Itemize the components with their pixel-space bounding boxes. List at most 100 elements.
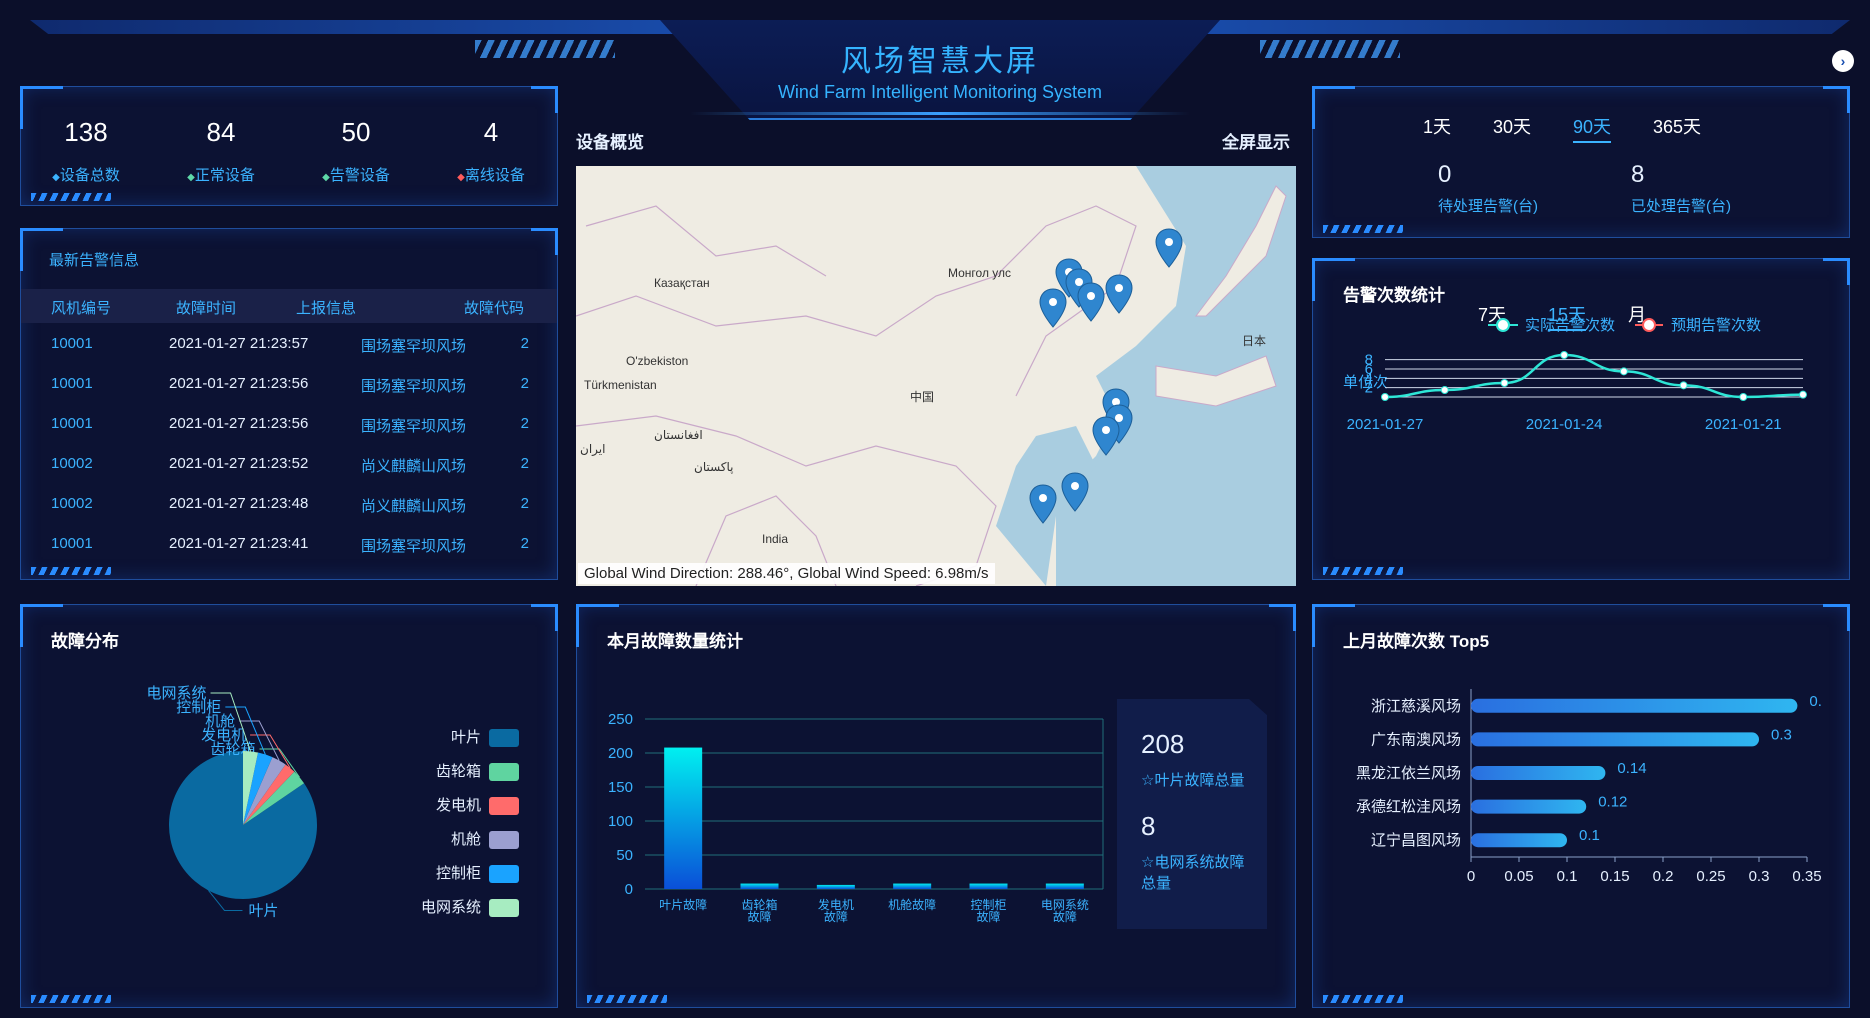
fault-dist-panel: 故障分布 叶片 齿轮箱 发电机 机舱 控制柜 电网系统 叶片 齿轮箱 发电机 机舱 控制柜 电网系统 [20,604,558,1008]
table-row[interactable]: 10001 2021-01-27 21:23:56 围场塞罕坝风场 2 [21,365,557,405]
map-label: Казақстан [654,276,710,290]
panel-foot [1323,225,1403,233]
bar[interactable] [969,883,1008,889]
legend-swatch[interactable] [489,763,519,781]
bar[interactable] [1471,799,1587,814]
bar[interactable] [1471,698,1798,713]
table-row[interactable]: 10002 2021-01-27 21:23:52 尚义麒麟山风场 2 [21,445,557,485]
fullscreen-button[interactable]: 全屏显示 [1222,128,1290,153]
x-tick-label: 0.3 [1749,868,1770,885]
table-row[interactable]: 10001 2021-01-27 21:23:41 围场塞罕坝风场 2 [21,525,557,565]
map-wind-status: Global Wind Direction: 288.46°, Global W… [578,563,995,584]
bar[interactable] [664,747,703,889]
legend-swatch[interactable] [489,797,519,815]
stat-total-label: 设备总数 [59,167,120,184]
map-label: 中国 [910,390,935,404]
period-panel: 1天 30天 90天 365天 0 待处理告警(台) 8 已处理告警(台) [1312,86,1850,238]
bar[interactable] [1471,766,1606,780]
y-tick-label: 辽宁昌图风场 [1371,832,1461,849]
location-pin-icon[interactable] [1028,484,1058,524]
legend-label[interactable]: 叶片 [451,729,481,746]
data-point[interactable] [1619,367,1628,376]
bar[interactable] [1045,883,1084,889]
y-tick-label: 浙江慈溪风场 [1371,698,1461,715]
y-tick-label: 50 [616,847,633,864]
table-row[interactable]: 10001 2021-01-27 21:23:57 围场塞罕坝风场 2 [21,325,557,365]
x-tick-label: 2021-01-21 [1705,416,1782,433]
x-tick-label: 0.25 [1696,868,1725,885]
data-point[interactable] [1739,393,1748,401]
diamond-icon: ◆ [457,172,465,183]
legend-label[interactable]: 控制柜 [436,865,481,882]
cell-turbine: 10001 [51,375,93,392]
data-point[interactable] [1440,386,1449,394]
location-pin-icon[interactable] [1060,472,1090,512]
map-label: پاکستان [694,460,734,474]
data-point[interactable] [1679,381,1688,390]
table-row[interactable]: 10001 2021-01-27 21:23:56 围场塞罕坝风场 2 [21,405,557,445]
y-tick-label: 广东南澳风场 [1371,731,1461,748]
table-row[interactable]: 10002 2021-01-27 21:23:48 尚义麒麟山风场 2 [21,485,557,525]
bar-value-label: 0.12 [1598,794,1627,811]
x-tick-label: 控制柜故障 [970,898,1006,924]
y-tick-label: 8 [1365,352,1373,369]
map-label: Монгол улс [948,266,1012,280]
tab-90day[interactable]: 90天 [1573,113,1612,143]
x-tick-label: 0.05 [1504,868,1533,885]
location-pin-icon[interactable] [1076,282,1106,322]
y-tick-label: 承德红松洼风场 [1356,798,1461,816]
data-point[interactable] [1500,379,1509,387]
y-tick-label: 250 [608,711,633,728]
month-fault-panel: 本月故障数量统计 0 50 100 150 200 250 叶片故障 齿轮箱故障 发电机故障 机舱… [576,604,1296,1008]
legend-label[interactable]: 机舱 [451,831,481,848]
y-tick-label: 150 [608,779,633,796]
bar[interactable] [893,883,932,889]
bar[interactable] [740,883,779,889]
next-arrow-icon[interactable]: › [1832,50,1854,72]
location-pin-icon[interactable] [1038,288,1068,328]
x-tick-label: 0.15 [1600,868,1629,885]
legend-label[interactable]: 电网系统 [421,899,481,916]
tab-30day[interactable]: 30天 [1493,113,1531,139]
x-tick-label: 0.35 [1792,868,1821,885]
cell-code: 2 [520,335,529,352]
header-line [690,112,1190,115]
legend-actual[interactable]: 实际告警次数 [1525,317,1615,334]
diamond-icon: ◆ [187,172,195,183]
legend-label[interactable]: 齿轮箱 [436,763,481,780]
location-pin-icon[interactable] [1091,416,1121,456]
legend-label[interactable]: 发电机 [436,797,481,814]
panel-foot [31,995,111,1003]
stats-panel: 138 ◆设备总数 84 ◆正常设备 50 ◆告警设备 4 ◆离线设备 [20,86,558,206]
col-code: 故障代码 [464,300,525,317]
map-shapes [576,166,1296,586]
legend-swatch[interactable] [489,865,519,883]
tab-1day[interactable]: 1天 [1423,113,1451,139]
panel-foot [31,193,111,201]
legend-marker-expected [1642,318,1656,332]
stat-normal-label: 正常设备 [194,167,255,184]
location-pin-icon[interactable] [1154,228,1184,268]
cell-report: 围场塞罕坝风场 [361,418,467,435]
bar[interactable] [1471,732,1759,747]
bar[interactable] [1471,833,1567,848]
alarm-line-chart: 24682021-01-27 2021-01-24 2021-01-21实际告警次数… [1347,317,1807,433]
legend-swatch[interactable] [489,831,519,849]
cell-time: 2021-01-27 21:23:52 [169,455,309,472]
data-point[interactable] [1560,351,1569,359]
legend-expected[interactable]: 预期告警次数 [1671,317,1761,334]
data-point[interactable] [1381,393,1389,401]
cell-code: 2 [520,495,529,512]
tab-365day[interactable]: 365天 [1653,113,1701,139]
legend-swatch[interactable] [489,729,519,747]
handled-value: 8 [1631,161,1645,188]
bar[interactable] [816,884,855,889]
bar-value-label: 0.3 [1771,726,1792,743]
location-pin-icon[interactable] [1104,274,1134,314]
pie-label: 叶片 [248,902,278,919]
stat-alarm: 50 ◆告警设备 [301,117,411,185]
legend-swatch[interactable] [489,899,519,917]
page-subtitle: Wind Farm Intelligent Monitoring System [777,82,1103,102]
data-point[interactable] [1799,390,1807,399]
map-view[interactable]: Казақстан Монгол улс O'zbekiston Türkmen… [576,166,1296,586]
